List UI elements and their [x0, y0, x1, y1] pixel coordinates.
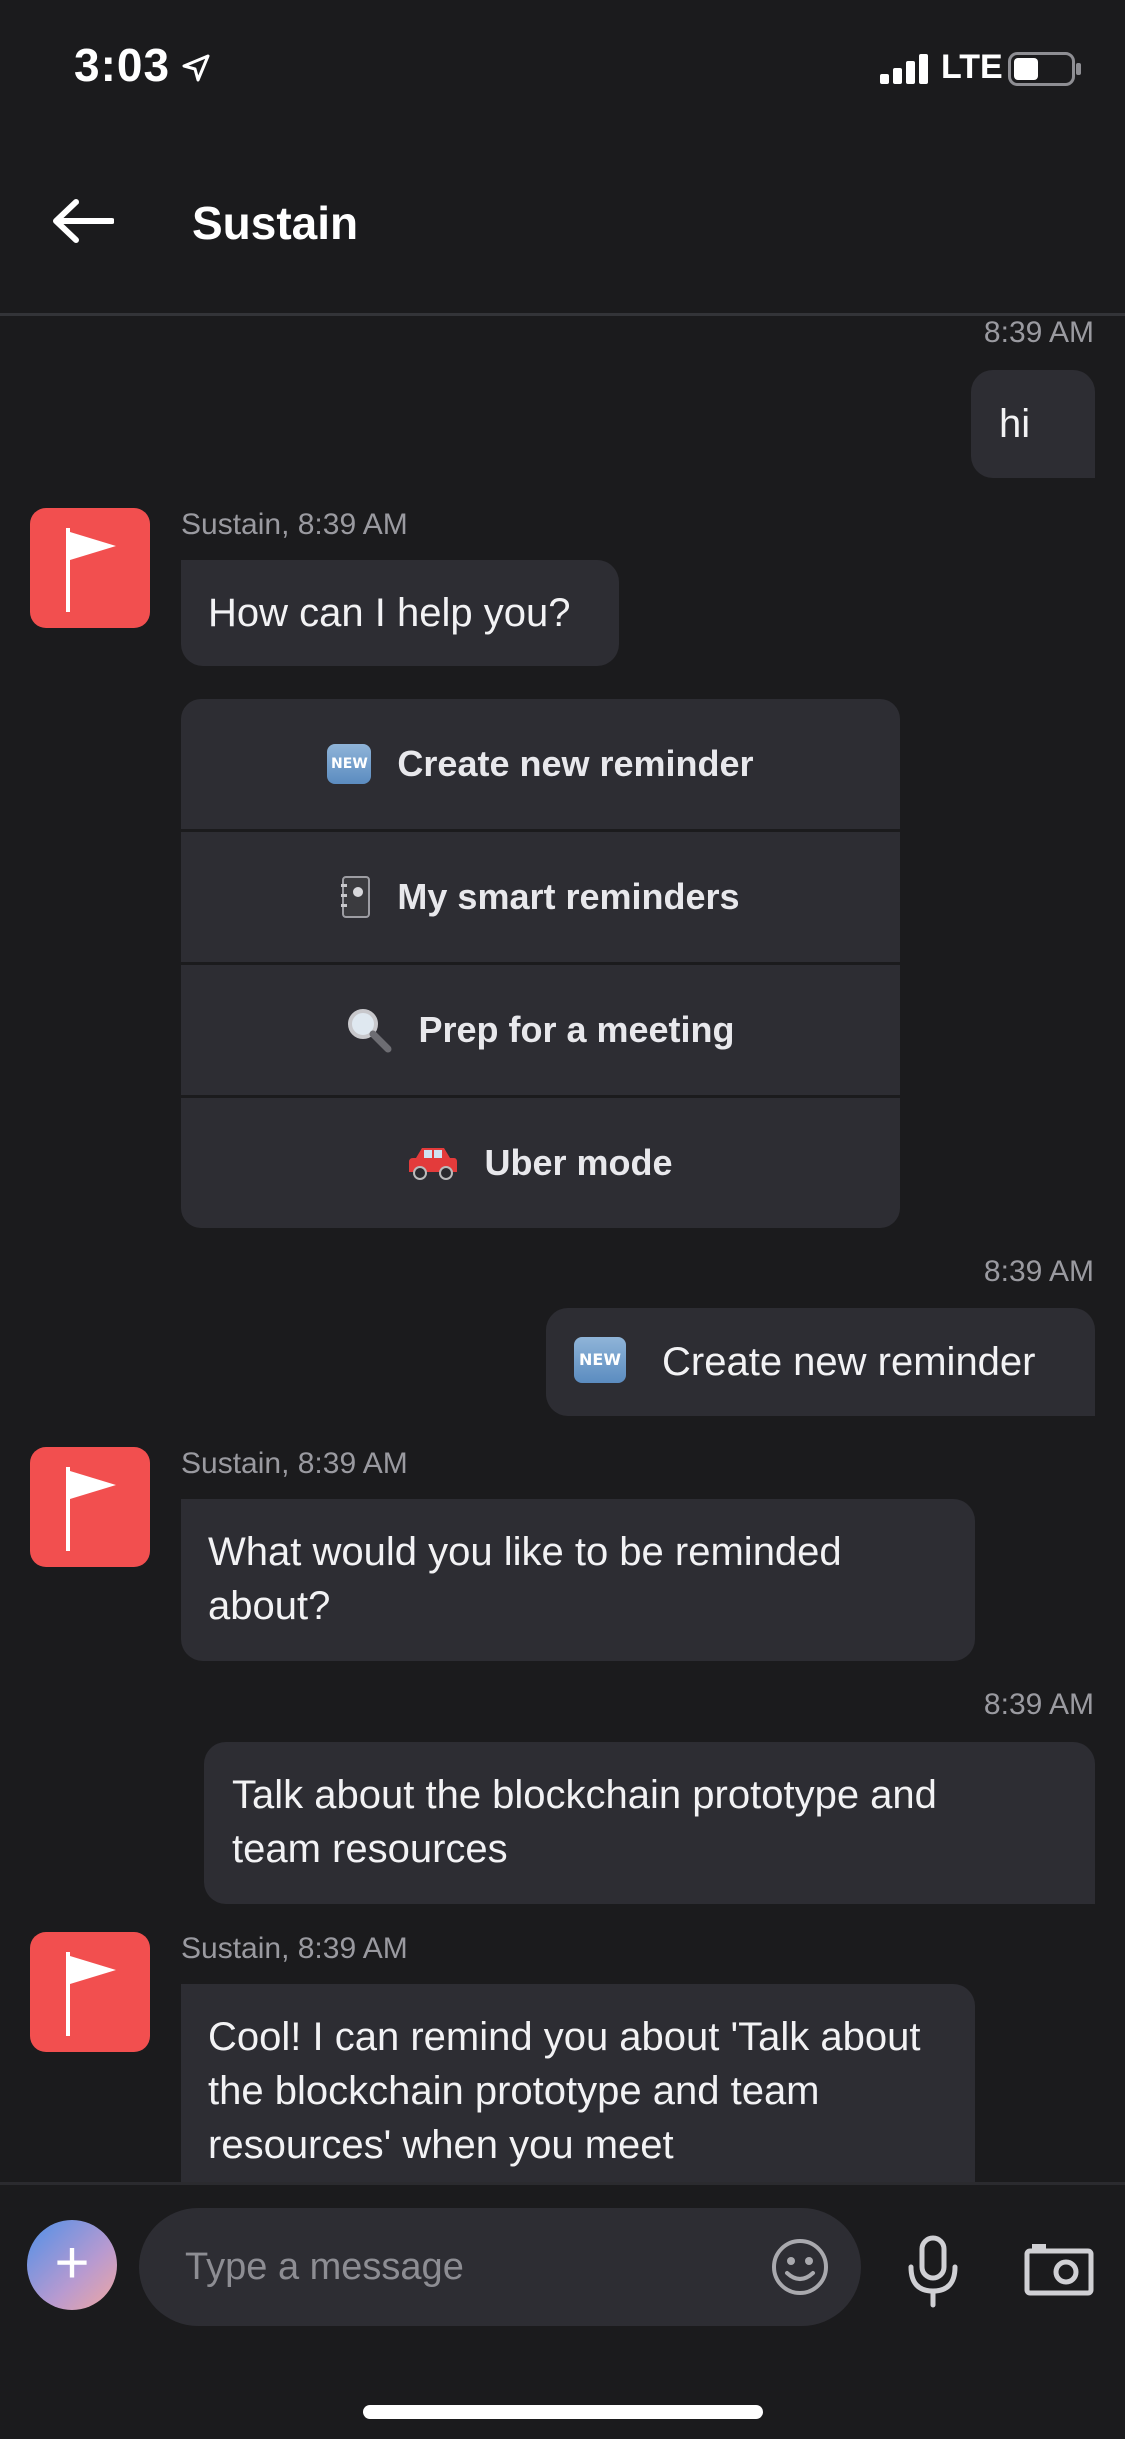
- message-timestamp: 8:39 AM: [983, 1688, 1094, 1721]
- network-type: LTE: [941, 48, 1003, 86]
- page-title: Sustain: [192, 197, 359, 249]
- option-create-new-reminder[interactable]: NEW Create new reminder: [181, 699, 900, 829]
- location-arrow-icon: [182, 54, 210, 82]
- camera-icon[interactable]: [1024, 2242, 1094, 2296]
- option-uber-mode[interactable]: Uber mode: [181, 1098, 900, 1228]
- emoji-icon[interactable]: [770, 2237, 830, 2297]
- message-sender-time: Sustain, 8:39 AM: [181, 1932, 408, 1965]
- option-prep-for-meeting[interactable]: Prep for a meeting: [181, 965, 900, 1095]
- outgoing-message: NEW Create new reminder: [546, 1308, 1095, 1416]
- battery-icon: [1008, 52, 1081, 86]
- chat-header: Sustain: [0, 140, 1125, 316]
- message-timestamp: 8:39 AM: [983, 316, 1094, 349]
- message-timestamp: 8:39 AM: [983, 1255, 1094, 1288]
- message-list[interactable]: 8:39 AM hi Sustain, 8:39 AM How can I he…: [0, 316, 1125, 2182]
- home-indicator: [363, 2405, 763, 2419]
- status-time: 3:03: [74, 39, 171, 91]
- incoming-message: Cool! I can remind you about 'Talk about…: [181, 1984, 975, 2182]
- option-label: Create new reminder: [397, 743, 754, 784]
- outgoing-message: hi: [971, 370, 1095, 478]
- incoming-message: What would you like to be reminded about…: [181, 1499, 975, 1661]
- new-badge-icon: NEW: [574, 1337, 626, 1383]
- message-field[interactable]: [139, 2208, 861, 2326]
- back-arrow-icon[interactable]: [52, 198, 114, 244]
- composer-bar: +: [0, 2182, 1125, 2439]
- bot-avatar: [30, 1447, 150, 1567]
- status-bar: 3:03 LTE: [0, 0, 1125, 140]
- signal-icon: [880, 54, 928, 84]
- car-icon: [409, 1148, 458, 1180]
- option-my-smart-reminders[interactable]: My smart reminders: [181, 832, 900, 962]
- option-label: My smart reminders: [397, 876, 740, 917]
- message-sender-time: Sustain, 8:39 AM: [181, 1447, 408, 1480]
- bot-avatar: [30, 508, 150, 628]
- option-label: Uber mode: [484, 1142, 673, 1183]
- magnifier-icon: [348, 1009, 392, 1053]
- flag-icon: [66, 1467, 116, 1551]
- quick-reply-menu: NEW Create new reminder My smart reminde…: [181, 699, 900, 1228]
- message-text: Create new reminder: [662, 1340, 1036, 1384]
- microphone-icon[interactable]: [906, 2235, 960, 2309]
- plus-icon: +: [54, 2229, 90, 2296]
- option-label: Prep for a meeting: [418, 1009, 735, 1050]
- flag-icon: [66, 1952, 116, 2036]
- notebook-icon: [341, 876, 371, 918]
- outgoing-message: Talk about the blockchain prototype and …: [204, 1742, 1095, 1904]
- message-sender-time: Sustain, 8:39 AM: [181, 508, 408, 541]
- bot-avatar: [30, 1932, 150, 2052]
- flag-icon: [66, 528, 116, 612]
- message-input[interactable]: [183, 2238, 747, 2296]
- add-attachment-button[interactable]: +: [27, 2220, 117, 2310]
- incoming-message: How can I help you?: [181, 560, 619, 666]
- new-badge-icon: NEW: [327, 744, 372, 784]
